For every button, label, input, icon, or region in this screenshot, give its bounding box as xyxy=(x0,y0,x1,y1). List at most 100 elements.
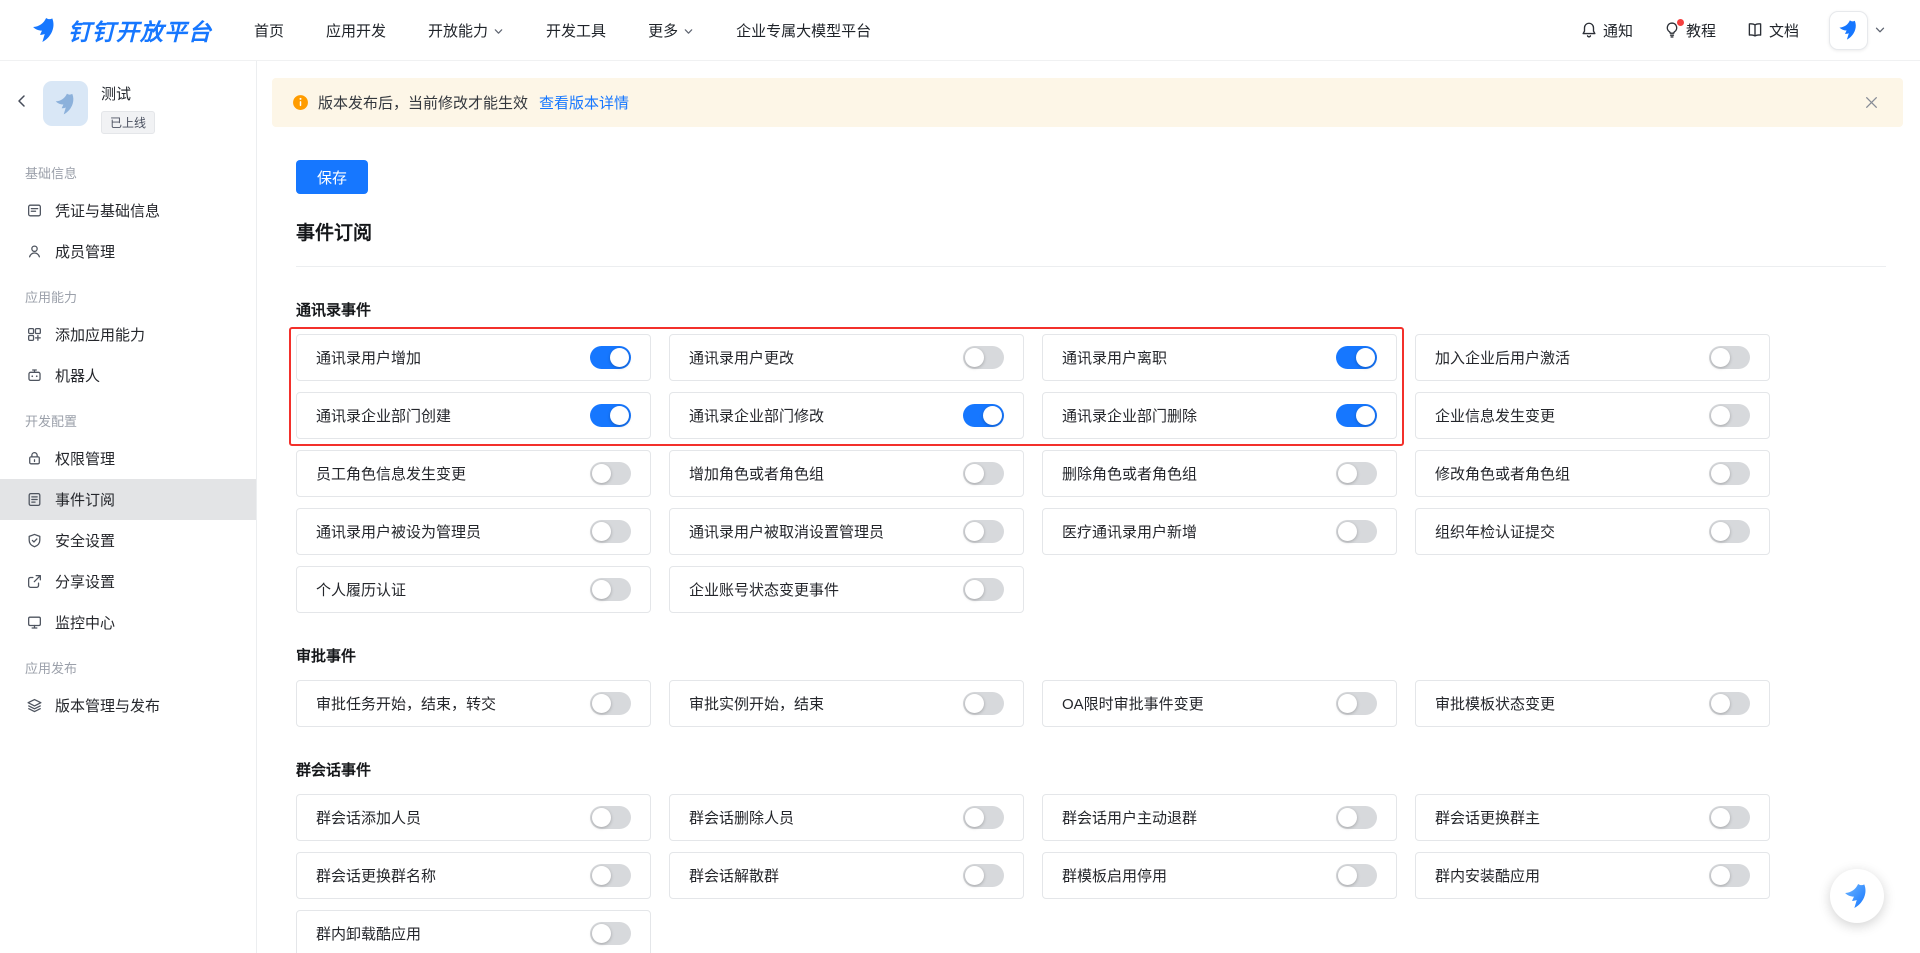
certificate-icon xyxy=(25,201,44,220)
event-card: 群会话删除人员 xyxy=(669,794,1024,841)
sidebar-item-version-release[interactable]: 版本管理与发布 xyxy=(0,685,256,726)
event-toggle[interactable] xyxy=(963,864,1004,887)
sidebar-item-share[interactable]: 分享设置 xyxy=(0,561,256,602)
notifications-button[interactable]: 通知 xyxy=(1580,20,1633,41)
event-toggle[interactable] xyxy=(590,520,631,543)
tutorial-badge-dot xyxy=(1677,19,1684,26)
sidebar-item-label: 添加应用能力 xyxy=(55,324,145,345)
nav-item[interactable]: 首页 xyxy=(254,20,284,41)
tutorial-button[interactable]: 教程 xyxy=(1663,20,1716,41)
sidebar-item-label: 监控中心 xyxy=(55,612,115,633)
event-toggle[interactable] xyxy=(1709,806,1750,829)
content: 保存 事件订阅 通讯录事件 通讯录用户增加 通讯录用户更改 通讯录用户离职 加入… xyxy=(257,127,1920,953)
event-label: 通讯录用户离职 xyxy=(1062,347,1167,368)
event-card: 审批任务开始，结束，转交 xyxy=(296,680,651,727)
close-icon[interactable] xyxy=(1860,91,1883,114)
event-label: 群内安装酷应用 xyxy=(1435,865,1540,886)
sidebar-group-title: 应用发布 xyxy=(0,643,256,685)
event-toggle[interactable] xyxy=(1709,462,1750,485)
event-label: 组织年检认证提交 xyxy=(1435,521,1555,542)
event-toggle[interactable] xyxy=(963,404,1004,427)
account-menu[interactable] xyxy=(1829,11,1886,50)
event-toggle[interactable] xyxy=(1336,346,1377,369)
sidebar-item-robot[interactable]: 机器人 xyxy=(0,355,256,396)
event-toggle[interactable] xyxy=(590,922,631,945)
event-toggle[interactable] xyxy=(590,578,631,601)
nav-item[interactable]: 企业专属大模型平台 xyxy=(736,20,871,41)
event-card: 通讯录企业部门删除 xyxy=(1042,392,1397,439)
event-toggle[interactable] xyxy=(963,692,1004,715)
main-area: 版本发布后，当前修改才能生效 查看版本详情 保存 事件订阅 通讯录事件 通讯录用… xyxy=(0,0,1920,953)
docs-button[interactable]: 文档 xyxy=(1746,20,1799,41)
sidebar-item-event-subscription[interactable]: 事件订阅 xyxy=(0,479,256,520)
event-toggle[interactable] xyxy=(590,462,631,485)
save-button[interactable]: 保存 xyxy=(296,160,368,194)
sidebar-item-label: 版本管理与发布 xyxy=(55,695,160,716)
event-toggle[interactable] xyxy=(1336,404,1377,427)
event-label: 群会话解散群 xyxy=(689,865,779,886)
event-toggle[interactable] xyxy=(1709,692,1750,715)
nav-item[interactable]: 更多 xyxy=(648,20,694,41)
shield-icon xyxy=(25,531,44,550)
event-card: 审批实例开始，结束 xyxy=(669,680,1024,727)
event-card: 通讯录用户更改 xyxy=(669,334,1024,381)
section-title: 群会话事件 xyxy=(296,759,1886,780)
sidebar-item-security[interactable]: 安全设置 xyxy=(0,520,256,561)
event-toggle[interactable] xyxy=(963,462,1004,485)
view-version-link[interactable]: 查看版本详情 xyxy=(539,92,629,113)
event-toggle[interactable] xyxy=(963,806,1004,829)
event-card: 群会话用户主动退群 xyxy=(1042,794,1397,841)
card-grid: 通讯录用户增加 通讯录用户更改 通讯录用户离职 加入企业后用户激活 通讯录企业部… xyxy=(296,334,1886,613)
logo[interactable]: 钉钉开放平台 xyxy=(30,13,212,47)
event-toggle[interactable] xyxy=(1336,864,1377,887)
event-toggle[interactable] xyxy=(590,806,631,829)
sidebar-group: 应用能力 添加应用能力 机器人 xyxy=(0,272,256,396)
sidebar-nav: 基础信息 凭证与基础信息 成员管理 应用能力 添加应用能力 机器人 开发配置 权… xyxy=(0,148,256,726)
nav-item[interactable]: 应用开发 xyxy=(326,20,386,41)
sidebar-item-permissions[interactable]: 权限管理 xyxy=(0,438,256,479)
event-toggle[interactable] xyxy=(963,346,1004,369)
event-toggle[interactable] xyxy=(1709,520,1750,543)
event-label: 群模板启用停用 xyxy=(1062,865,1167,886)
nav-item[interactable]: 开发工具 xyxy=(546,20,606,41)
layers-icon xyxy=(25,696,44,715)
event-toggle[interactable] xyxy=(1336,692,1377,715)
event-toggle[interactable] xyxy=(1336,462,1377,485)
event-toggle[interactable] xyxy=(1709,346,1750,369)
chevron-down-icon xyxy=(493,26,504,37)
event-sections: 通讯录事件 通讯录用户增加 通讯录用户更改 通讯录用户离职 加入企业后用户激活 … xyxy=(296,299,1886,953)
event-toggle[interactable] xyxy=(590,692,631,715)
event-card: 通讯录企业部门修改 xyxy=(669,392,1024,439)
assistant-button[interactable] xyxy=(1830,869,1884,923)
permission-icon xyxy=(25,449,44,468)
sidebar-item-label: 分享设置 xyxy=(55,571,115,592)
nav-item[interactable]: 开放能力 xyxy=(428,20,504,41)
event-toggle[interactable] xyxy=(590,346,631,369)
event-toggle[interactable] xyxy=(963,520,1004,543)
sidebar-item-monitor[interactable]: 监控中心 xyxy=(0,602,256,643)
event-toggle[interactable] xyxy=(1709,864,1750,887)
sidebar-item-credentials[interactable]: 凭证与基础信息 xyxy=(0,190,256,231)
sidebar-item-add-capability[interactable]: 添加应用能力 xyxy=(0,314,256,355)
event-label: 通讯录用户增加 xyxy=(316,347,421,368)
back-button[interactable] xyxy=(14,93,30,109)
sidebar-group-items: 添加应用能力 机器人 xyxy=(0,314,256,396)
event-label: 群会话更换群名称 xyxy=(316,865,436,886)
event-toggle[interactable] xyxy=(963,578,1004,601)
event-label: 个人履历认证 xyxy=(316,579,406,600)
event-toggle[interactable] xyxy=(1336,520,1377,543)
event-toggle[interactable] xyxy=(590,404,631,427)
sidebar-item-members[interactable]: 成员管理 xyxy=(0,231,256,272)
book-icon xyxy=(1746,21,1764,39)
sidebar-group: 基础信息 凭证与基础信息 成员管理 xyxy=(0,148,256,272)
section-title: 通讯录事件 xyxy=(296,299,1886,320)
event-toggle[interactable] xyxy=(1709,404,1750,427)
event-toggle[interactable] xyxy=(1336,806,1377,829)
event-card: 群会话更换群名称 xyxy=(296,852,651,899)
dingtalk-logo-icon xyxy=(30,15,60,45)
event-card: 企业信息发生变更 xyxy=(1415,392,1770,439)
event-toggle[interactable] xyxy=(590,864,631,887)
topbar-right: 通知 教程 文档 xyxy=(1580,11,1886,50)
event-label: 群内卸载酷应用 xyxy=(316,923,421,944)
logo-text: 钉钉开放平台 xyxy=(68,13,212,47)
